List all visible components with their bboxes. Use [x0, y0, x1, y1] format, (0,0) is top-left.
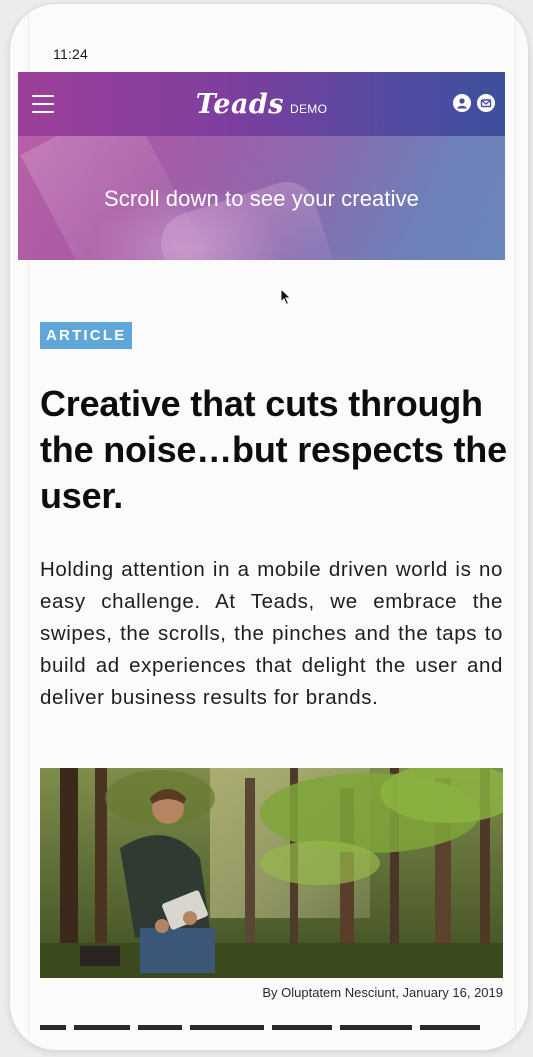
mail-circle-icon[interactable]	[477, 94, 495, 112]
hamburger-menu-icon[interactable]	[32, 95, 54, 113]
mouse-cursor-icon	[280, 287, 292, 311]
article-continued-text	[40, 1018, 503, 1030]
hero-banner: Scroll down to see your creative	[18, 136, 505, 260]
article-badge: ARTICLE	[40, 322, 133, 349]
user-circle-icon[interactable]	[453, 94, 471, 112]
photo-caption: By Oluptatem Nesciunt, January 16, 2019	[262, 985, 503, 1000]
article-headline: Creative that cuts through the noise…but…	[40, 383, 507, 516]
brand[interactable]: Teads DEMO	[196, 89, 327, 120]
status-bar-time: 11:24	[53, 46, 88, 62]
brand-demo-label: DEMO	[290, 101, 328, 116]
nav-icons	[453, 94, 495, 112]
top-navbar: Teads DEMO	[18, 72, 505, 136]
article-body: Holding attention in a mobile driven wor…	[40, 558, 503, 709]
brand-logo: Teads	[195, 88, 285, 120]
hero-text: Scroll down to see your creative	[103, 186, 419, 211]
article-photo	[40, 768, 503, 978]
